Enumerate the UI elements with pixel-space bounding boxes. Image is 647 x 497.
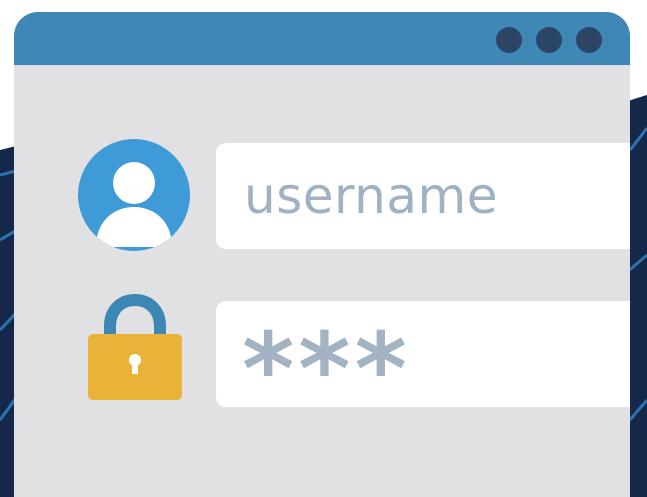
- browser-window: username ***: [14, 12, 630, 497]
- window-titlebar: [14, 12, 630, 65]
- password-field-mask: ***: [242, 311, 411, 428]
- window-control-dot-2[interactable]: [536, 27, 562, 53]
- login-illustration: username ***: [0, 0, 647, 497]
- padlock-icon: [88, 293, 182, 400]
- password-field[interactable]: ***: [216, 301, 630, 428]
- window-control-dot-1[interactable]: [496, 27, 522, 53]
- user-avatar-icon: [78, 139, 190, 251]
- username-field[interactable]: username: [216, 143, 630, 249]
- username-field-text: username: [244, 167, 498, 225]
- window-control-dot-3[interactable]: [576, 27, 602, 53]
